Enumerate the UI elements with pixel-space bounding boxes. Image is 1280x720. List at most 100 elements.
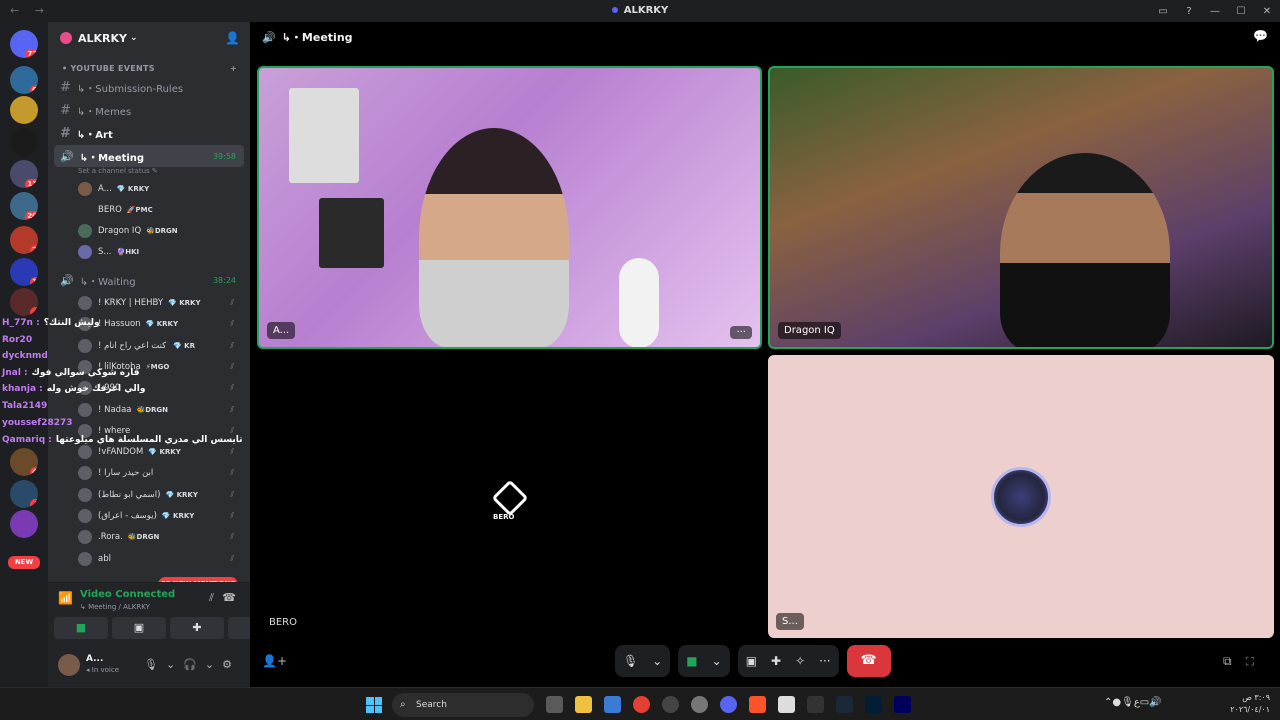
voice-member[interactable]: ! Hassuon 💎 KRKY ⫽ <box>78 314 242 334</box>
member-name: ! ابن حيدر سارا <box>98 468 154 479</box>
voice-member[interactable]: abl ⫽ <box>78 549 242 569</box>
voice-member[interactable]: BERO 🚀PMC <box>78 200 242 220</box>
discord-icon[interactable] <box>720 696 737 713</box>
server-icon[interactable]: 116 <box>10 160 38 188</box>
voice-channel-waiting[interactable]: 🔊 ↳・Waiting 38:24 <box>54 269 244 291</box>
chat-message: وليش النتك؟ <box>43 318 100 328</box>
server-icon[interactable] <box>10 510 38 538</box>
voice-location[interactable]: ↳ Meeting / ALKRKY <box>80 603 150 611</box>
windows-taskbar: ⌕ Search ⌃●🎙ع▭🔊 ٣:٠٩ ص ٢٠٢٦/٠٤/٠١ <box>0 687 1280 720</box>
user-controls[interactable]: 🎙⌄🎧⌄⚙ <box>144 658 240 671</box>
channel-status[interactable]: Set a channel status ✎ <box>78 167 158 175</box>
activities-button[interactable]: ✚ <box>170 617 224 639</box>
server-icon[interactable] <box>10 128 38 156</box>
member-tag: 🐝DRGN <box>127 533 160 542</box>
disconnect-icon[interactable]: ☎ <box>222 591 236 604</box>
new-badge: NEW <box>8 556 40 569</box>
invite-icon[interactable]: 👤+ <box>262 654 287 668</box>
camera-control[interactable]: ■ ⌄ <box>678 645 730 677</box>
server-icon[interactable]: 68 <box>10 66 38 94</box>
store-icon[interactable] <box>604 696 621 713</box>
video-tile-dragon-iq[interactable]: Dragon IQ <box>768 66 1274 349</box>
channel-submission-rules[interactable]: # ↳・Submission-Rules <box>60 80 183 95</box>
voice-channel-meeting[interactable]: 🔊 ↳・Meeting 39:58 <box>54 145 244 167</box>
noise-suppression-icon[interactable]: ⫽ <box>209 591 214 605</box>
camera-icon: ■ <box>686 654 698 668</box>
channel-art[interactable]: # ↳・Art <box>60 126 113 141</box>
call-title: ↳・Meeting <box>281 31 353 44</box>
voice-member[interactable]: Dragon IQ 🐝DRGN <box>78 221 242 241</box>
hang-up-button[interactable]: ☎ <box>846 645 891 677</box>
video-tile-a[interactable]: A... ··· <box>257 66 762 349</box>
photoshop-icon[interactable] <box>865 696 882 713</box>
server-icon[interactable]: 723 <box>10 30 38 58</box>
brave-icon[interactable] <box>749 696 766 713</box>
start-button[interactable] <box>366 697 382 713</box>
member-name: ! ابجي كنت اعي راح انام <box>98 340 168 351</box>
muted-mic-icon: ⫽ <box>230 489 234 499</box>
view-controls[interactable]: ⧉⛶ <box>1223 654 1268 669</box>
steam-icon[interactable] <box>691 696 708 713</box>
server-icon[interactable]: 17 <box>10 258 38 286</box>
voice-member[interactable]: ! ابجي كنت اعي راح انام 💎 KR ⫽ <box>78 336 242 356</box>
camera-button[interactable]: ■ <box>54 617 108 639</box>
channel-memes[interactable]: # ↳・Memes <box>60 103 131 118</box>
member-name: ! Nadaa <box>98 404 132 415</box>
file-explorer-icon[interactable] <box>575 696 592 713</box>
hash-icon: # <box>60 103 71 118</box>
voice-member[interactable]: (يوسف - اعراق) 💎 KRKY ⫽ <box>78 506 242 526</box>
muted-mic-icon: ⫽ <box>230 361 234 371</box>
chrome-icon[interactable] <box>633 696 650 713</box>
server-icon[interactable]: 3 <box>10 480 38 508</box>
taskbar-clock[interactable]: ٣:٠٩ ص ٢٠٢٦/٠٤/٠١ <box>1230 692 1270 716</box>
avatar[interactable] <box>58 654 80 676</box>
system-tray[interactable]: ⌃●🎙ع▭🔊 <box>1104 697 1162 708</box>
steam-icon[interactable] <box>836 696 853 713</box>
voice-member[interactable]: (اسمي ابو نطاط) 💎 KRKY ⫽ <box>78 485 242 505</box>
app-icon[interactable] <box>662 696 679 713</box>
extra-controls[interactable]: ▣ ✚ ✧ ··· <box>737 645 839 677</box>
video-tile-bero[interactable]: BERO BERO <box>257 355 762 638</box>
video-tile-s[interactable]: S... <box>768 355 1274 638</box>
member-name: ! KRKY | HEHBY <box>98 298 164 308</box>
voice-member[interactable]: S... 🔮HKI <box>78 242 242 262</box>
screen-share-button[interactable]: ▣ <box>112 617 166 639</box>
add-user-icon[interactable]: 👤 <box>225 31 240 45</box>
mic-control[interactable]: 🎙 ⌄ <box>615 645 671 677</box>
speaker-icon: 🔊 <box>60 273 74 287</box>
premiere-icon[interactable] <box>894 696 911 713</box>
member-tag: ⚡MGO <box>145 362 170 371</box>
muted-mic-icon: ⫽ <box>230 383 234 393</box>
voice-member[interactable]: A... 💎 KRKY <box>78 179 242 199</box>
maximize-button[interactable]: ☐ <box>1228 6 1254 17</box>
more-options-button[interactable]: ··· <box>730 326 752 339</box>
inbox-icon[interactable]: ▭ <box>1150 6 1176 17</box>
server-icon[interactable]: 208 <box>10 192 38 220</box>
minimize-button[interactable]: — <box>1202 6 1228 17</box>
help-icon[interactable]: ? <box>1176 6 1202 17</box>
member-tag: 🚀PMC <box>126 206 153 214</box>
muted-mic-icon: ⫽ <box>230 553 234 563</box>
app-icon[interactable] <box>778 696 795 713</box>
taskbar-search[interactable]: ⌕ Search <box>392 693 534 717</box>
server-header[interactable]: ALKRKY ⌄ 👤 <box>48 22 250 54</box>
server-icon[interactable]: 27 <box>10 226 38 254</box>
voice-member[interactable]: !vFANDOM 💎 KRKY ⫽ <box>78 442 242 462</box>
close-button[interactable]: ✕ <box>1254 6 1280 17</box>
category-youtube-events[interactable]: • YOUTUBE EVENTS + <box>62 64 237 73</box>
server-icon[interactable] <box>10 96 38 124</box>
window-controls: ▭ ? — ☐ ✕ <box>1150 0 1280 22</box>
chat-icon[interactable]: 💬 <box>1253 29 1268 43</box>
chat-username: H_77n : <box>2 318 40 328</box>
voice-member[interactable]: .Rora. 🐝DRGN ⫽ <box>78 527 242 547</box>
task-view-icon[interactable] <box>546 696 563 713</box>
voice-member[interactable]: ! Nadaa 🐝DRGN ⫽ <box>78 400 242 420</box>
member-name: !vFANDOM <box>98 447 144 458</box>
avatar <box>78 224 92 238</box>
voice-member[interactable]: ! KRKY | HEHBY 💎 KRKY ⫽ <box>78 293 242 313</box>
signal-icon[interactable]: 📶 <box>58 591 73 605</box>
capcut-icon[interactable] <box>807 696 824 713</box>
server-icon[interactable]: 46 <box>10 448 38 476</box>
voice-member[interactable]: ! ابن حيدر سارا ⫽ <box>78 463 242 483</box>
server-icon[interactable]: 4 <box>10 288 38 316</box>
